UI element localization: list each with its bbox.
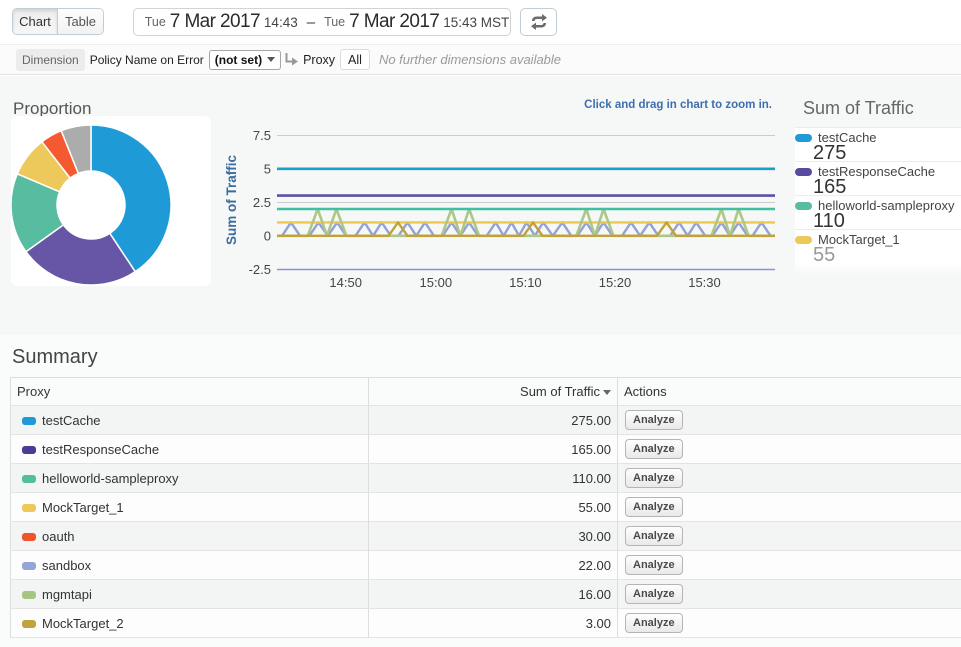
svg-text:15:00: 15:00 xyxy=(420,275,453,290)
svg-text:15:20: 15:20 xyxy=(599,275,632,290)
svg-text:7.5: 7.5 xyxy=(253,128,271,143)
svg-text:Sum of Traffic: Sum of Traffic xyxy=(225,155,239,246)
svg-text:14:50: 14:50 xyxy=(329,275,362,290)
svg-text:2.5: 2.5 xyxy=(253,195,271,210)
svg-text:0: 0 xyxy=(264,229,271,244)
svg-text:-2.5: -2.5 xyxy=(249,262,271,277)
svg-text:15:10: 15:10 xyxy=(509,275,542,290)
svg-text:15:30: 15:30 xyxy=(688,275,721,290)
svg-text:5: 5 xyxy=(264,162,271,177)
